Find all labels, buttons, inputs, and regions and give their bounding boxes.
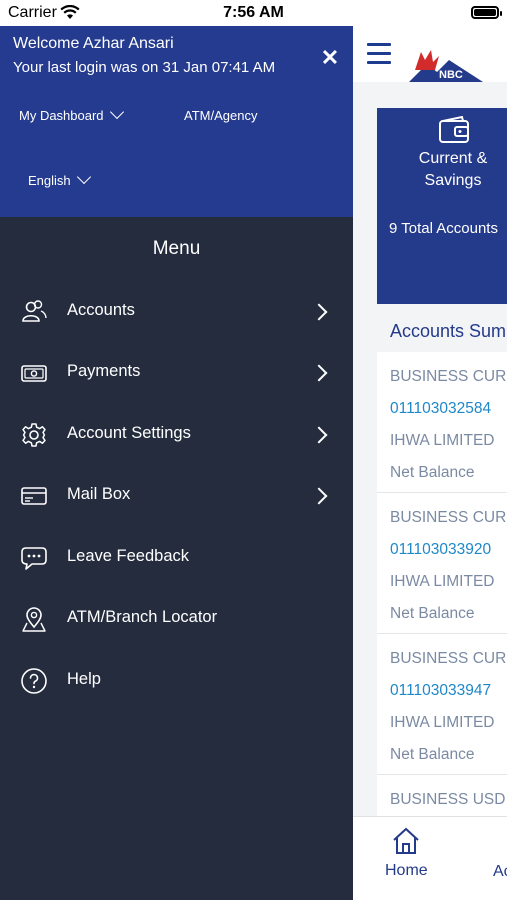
wallet-icon [439, 116, 469, 143]
total-accounts-count: 9 Total Accounts [389, 220, 498, 237]
account-type: BUSINESS CURRENT [390, 368, 507, 385]
account-holder: IHWA LIMITED [390, 573, 495, 590]
menu-item-atm-branch-locator[interactable]: ATM/Branch Locator [0, 594, 353, 644]
net-balance-label: Net Balance [390, 464, 475, 481]
chevron-right-icon [310, 487, 328, 505]
side-drawer: Welcome Azhar Ansari Your last login was… [0, 26, 353, 900]
status-bar: Carrier 7:56 AM [0, 0, 507, 26]
nbc-logo: NBC [409, 50, 483, 82]
net-balance-label: Net Balance [390, 605, 475, 622]
net-balance-label: Net Balance [390, 746, 475, 763]
menu-item-accounts[interactable]: Accounts [0, 287, 353, 337]
account-holder: IHWA LIMITED [390, 714, 495, 731]
menu-item-help[interactable]: Help [0, 656, 353, 706]
main-screen: NBC Current & Savings 9 Total Accounts A… [353, 26, 507, 900]
atm-agency-link[interactable]: ATM/Agency [184, 108, 257, 123]
account-holder: IHWA LIMITED [390, 432, 495, 449]
menu-item-payments[interactable]: Payments [0, 348, 353, 398]
welcome-text: Welcome Azhar Ansari [13, 35, 174, 52]
gear-icon [22, 423, 46, 447]
account-list: BUSINESS CURRENT 011103032584 IHWA LIMIT… [377, 352, 507, 826]
account-number[interactable]: 011103033920 [390, 541, 491, 559]
menu-label: Accounts [67, 301, 135, 319]
account-number[interactable]: 011103032584 [390, 400, 491, 418]
menu-title: Menu [152, 238, 201, 259]
chevron-down-icon [109, 104, 124, 120]
account-card[interactable]: BUSINESS CURRENT 011103033920 IHWA LIMIT… [377, 493, 507, 634]
account-type: BUSINESS USD C [390, 791, 507, 808]
nav-accounts-label[interactable]: Ac [493, 863, 507, 881]
menu-item-leave-feedback[interactable]: Leave Feedback [0, 533, 353, 583]
home-icon [393, 827, 419, 854]
card-label: Current & Savings [418, 150, 488, 189]
accounts-summary-title: Accounts Summary [390, 321, 507, 341]
current-savings-card[interactable]: Current & Savings 9 Total Accounts [377, 108, 507, 304]
language-dropdown[interactable]: English [28, 169, 91, 188]
account-number[interactable]: 011103033947 [390, 682, 491, 700]
menu-label: ATM/Branch Locator [67, 608, 218, 626]
close-icon[interactable]: ✕ [318, 46, 342, 70]
last-login-text: Your last login was on 31 Jan 07:41 AM [13, 59, 276, 76]
account-type: BUSINESS CURRENT [390, 509, 507, 526]
nav-home[interactable]: Home [385, 827, 428, 880]
menu-label: Help [67, 670, 101, 688]
battery-icon [471, 6, 502, 19]
chevron-right-icon [310, 303, 328, 321]
account-type: BUSINESS CURRENT [390, 650, 507, 667]
location-icon [22, 607, 46, 632]
mailbox-icon [21, 487, 47, 505]
account-card[interactable]: BUSINESS CURRENT 011103033947 IHWA LIMIT… [377, 634, 507, 775]
my-dashboard-label: My Dashboard [19, 108, 104, 123]
drawer-header: Welcome Azhar Ansari Your last login was… [0, 26, 353, 217]
feedback-icon [21, 547, 47, 570]
account-card[interactable]: BUSINESS CURRENT 011103032584 IHWA LIMIT… [377, 352, 507, 493]
chevron-right-icon [310, 426, 328, 444]
top-bar: NBC [353, 26, 507, 82]
cash-icon [21, 365, 47, 382]
nav-home-label: Home [385, 862, 428, 879]
menu-label: Leave Feedback [67, 547, 190, 565]
hamburger-menu-icon[interactable] [367, 43, 391, 64]
menu-item-mail-box[interactable]: Mail Box [0, 471, 353, 521]
language-label: English [28, 173, 71, 188]
chevron-right-icon [310, 364, 328, 382]
menu-label: Account Settings [67, 424, 191, 442]
my-dashboard-dropdown[interactable]: My Dashboard [19, 104, 124, 123]
menu-item-account-settings[interactable]: Account Settings [0, 410, 353, 460]
bottom-nav: Home Ac [353, 816, 507, 900]
users-icon [22, 300, 47, 322]
status-time: 7:56 AM [223, 4, 284, 21]
help-icon [21, 668, 47, 694]
menu-label: Mail Box [67, 485, 131, 503]
chevron-down-icon [76, 169, 91, 185]
svg-text:NBC: NBC [439, 69, 463, 81]
menu-label: Payments [67, 362, 141, 380]
